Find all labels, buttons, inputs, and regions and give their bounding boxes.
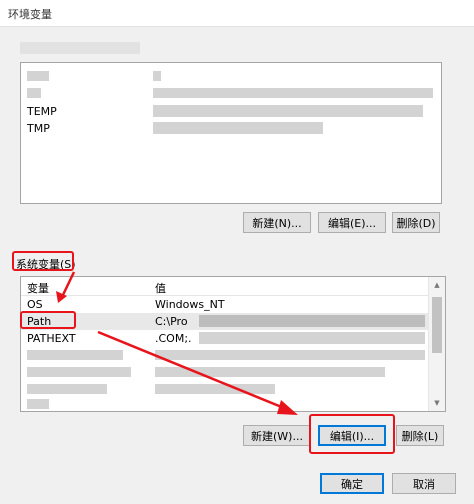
arrow-head-icon [277,400,298,415]
annotation-arrows [56,271,298,415]
arrow-label-to-path [60,271,76,298]
arrow-path-to-edit [97,330,285,410]
